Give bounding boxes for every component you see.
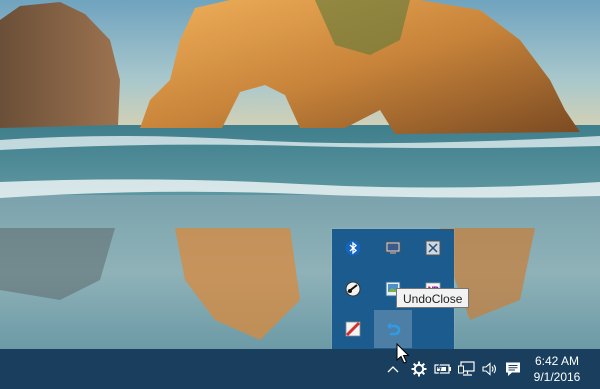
undo-close-icon[interactable]: [374, 310, 412, 348]
blocked-app-icon[interactable]: [334, 310, 372, 348]
desktop-wallpaper: [0, 0, 600, 349]
desktop: N P UndoClose: [0, 0, 600, 389]
tooltip: UndoClose: [396, 288, 470, 308]
network-monitor-icon[interactable]: [374, 229, 412, 267]
action-center-icon[interactable]: [501, 349, 525, 389]
clock-time: 6:42 AM: [534, 354, 580, 368]
satellite-icon[interactable]: [334, 270, 372, 308]
window-app-icon[interactable]: [414, 229, 452, 267]
bluetooth-icon[interactable]: [334, 229, 372, 267]
gear-icon[interactable]: [407, 349, 431, 389]
taskbar: 6:42 AM 9/1/2016: [0, 349, 600, 389]
volume-icon[interactable]: [479, 349, 501, 389]
network-icon[interactable]: [455, 349, 479, 389]
clock-date: 9/1/2016: [533, 370, 581, 384]
battery-icon[interactable]: [431, 349, 455, 389]
show-hidden-icons-chevron-icon[interactable]: [381, 349, 405, 389]
clock[interactable]: 6:42 AM 9/1/2016: [525, 349, 589, 389]
